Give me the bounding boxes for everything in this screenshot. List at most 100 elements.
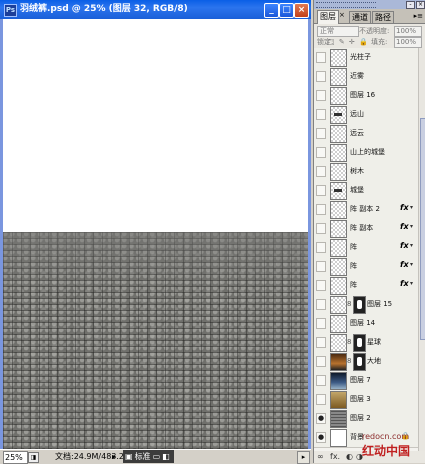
status-menu-arrow-icon[interactable]: ▸	[112, 450, 116, 463]
layer-name[interactable]: 大地	[367, 352, 381, 370]
link-slot[interactable]	[326, 90, 328, 99]
link-slot[interactable]	[326, 223, 328, 232]
link-slot[interactable]	[326, 185, 328, 194]
layer-name[interactable]: 图层 7	[350, 371, 371, 389]
layer-thumbnail[interactable]	[330, 277, 347, 295]
layer-thumbnail[interactable]	[330, 429, 347, 447]
fx-expand-arrow-icon[interactable]: ▾	[410, 223, 413, 230]
visibility-eye-icon[interactable]	[316, 356, 326, 367]
layer-thumbnail[interactable]	[330, 220, 347, 238]
visibility-eye-icon[interactable]: ●	[316, 413, 326, 424]
document-titlebar[interactable]: Ps 羽绒裤.psd @ 25% (图层 32, RGB/8) _ □ ×	[0, 0, 311, 19]
document-canvas[interactable]	[3, 19, 308, 449]
layer-row[interactable]: 图层 3	[314, 390, 418, 410]
panel-minimize-button[interactable]: -	[406, 1, 415, 9]
layer-name[interactable]: 山上的城堡	[350, 143, 385, 161]
layer-row[interactable]: 城堡	[314, 181, 418, 201]
visibility-eye-icon[interactable]	[316, 261, 326, 272]
fx-expand-arrow-icon[interactable]: ▾	[410, 261, 413, 268]
fx-badge[interactable]: fx	[400, 222, 409, 231]
layer-row[interactable]: 8 图层 15	[314, 295, 418, 315]
mask-chain-icon[interactable]: 8	[347, 338, 351, 346]
layer-row[interactable]: 阵 fx ▾	[314, 238, 418, 258]
layer-name[interactable]: 图层 14	[350, 314, 375, 332]
link-slot[interactable]	[326, 375, 328, 384]
layer-thumbnail[interactable]	[330, 239, 347, 257]
layer-row[interactable]: 远云	[314, 124, 418, 144]
link-slot[interactable]	[326, 242, 328, 251]
link-slot[interactable]	[326, 147, 328, 156]
tray-icon-3[interactable]: ◧	[162, 450, 170, 463]
tab-close-icon[interactable]: ×	[339, 11, 345, 19]
zoom-field[interactable]: 25%	[3, 451, 28, 464]
link-slot[interactable]	[326, 356, 328, 365]
layer-thumbnail[interactable]	[330, 410, 347, 428]
layer-name[interactable]: 远云	[350, 124, 364, 142]
layer-thumbnail[interactable]	[330, 315, 347, 333]
layer-name[interactable]: 星球	[367, 333, 381, 351]
link-slot[interactable]	[326, 261, 328, 270]
layer-thumbnail[interactable]	[330, 353, 347, 371]
layers-scrollbar[interactable]	[418, 48, 425, 451]
layer-name[interactable]: 近雾	[350, 67, 364, 85]
layer-thumbnail[interactable]	[330, 49, 347, 67]
layer-row[interactable]: 山上的城堡	[314, 143, 418, 163]
visibility-eye-icon[interactable]	[316, 185, 326, 196]
tray-icon-1[interactable]: ▣	[125, 450, 133, 463]
visibility-eye-icon[interactable]	[316, 280, 326, 291]
visibility-eye-icon[interactable]	[316, 147, 326, 158]
layer-row[interactable]: 树木	[314, 162, 418, 182]
link-slot[interactable]	[326, 413, 328, 422]
fx-badge[interactable]: fx	[400, 241, 409, 250]
visibility-eye-icon[interactable]	[316, 109, 326, 120]
layer-name[interactable]: 光柱子	[350, 48, 371, 66]
layer-thumbnail[interactable]	[330, 163, 347, 181]
link-slot[interactable]	[326, 318, 328, 327]
layer-row[interactable]: 图层 7	[314, 371, 418, 391]
visibility-eye-icon[interactable]	[316, 71, 326, 82]
layer-mask-thumbnail[interactable]	[353, 353, 366, 371]
layer-row[interactable]: 阵 副本 2 fx ▾	[314, 200, 418, 220]
tab-layers[interactable]: 图层	[317, 10, 339, 24]
link-slot[interactable]	[326, 394, 328, 403]
close-button[interactable]: ×	[294, 3, 309, 18]
link-layers-icon[interactable]: ∞	[317, 451, 324, 463]
link-slot[interactable]	[326, 52, 328, 61]
layer-mask-thumbnail[interactable]	[353, 296, 366, 314]
visibility-eye-icon[interactable]	[316, 52, 326, 63]
visibility-eye-icon[interactable]	[316, 166, 326, 177]
fx-expand-arrow-icon[interactable]: ▾	[410, 242, 413, 249]
layer-name[interactable]: 阵	[350, 276, 357, 294]
zoom-preview-icon[interactable]: ◨	[28, 452, 39, 463]
visibility-eye-icon[interactable]	[316, 204, 326, 215]
visibility-eye-icon[interactable]	[316, 375, 326, 386]
layer-name[interactable]: 图层 3	[350, 390, 371, 408]
panel-close-button[interactable]: ×	[416, 1, 425, 9]
visibility-eye-icon[interactable]	[316, 128, 326, 139]
layer-thumbnail[interactable]	[330, 144, 347, 162]
layer-name[interactable]: 远山	[350, 105, 364, 123]
layer-thumbnail[interactable]	[330, 258, 347, 276]
layer-mask-thumbnail[interactable]	[353, 334, 366, 352]
layer-name[interactable]: 图层 2	[350, 409, 371, 427]
panel-menu-icon[interactable]: ▸≡	[414, 12, 423, 20]
layer-name[interactable]: 图层 16	[350, 86, 375, 104]
layer-thumbnail[interactable]	[330, 391, 347, 409]
scroll-right-arrow-icon[interactable]: ▸	[297, 451, 310, 464]
link-slot[interactable]	[326, 299, 328, 308]
fx-badge[interactable]: fx	[400, 279, 409, 288]
layer-name[interactable]: 阵	[350, 257, 357, 275]
link-slot[interactable]	[326, 204, 328, 213]
layer-row[interactable]: 阵 副本 fx ▾	[314, 219, 418, 239]
layer-name[interactable]: 图层 15	[367, 295, 392, 313]
visibility-eye-icon[interactable]	[316, 223, 326, 234]
fx-expand-arrow-icon[interactable]: ▾	[410, 280, 413, 287]
layer-row[interactable]: 图层 14	[314, 314, 418, 334]
fill-input[interactable]: 100%	[394, 37, 422, 48]
opacity-input[interactable]: 100%	[394, 26, 422, 37]
layer-row[interactable]: 光柱子	[314, 48, 418, 68]
layer-thumbnail[interactable]	[330, 125, 347, 143]
link-slot[interactable]	[326, 71, 328, 80]
layer-row[interactable]: 近雾	[314, 67, 418, 87]
layer-thumbnail[interactable]	[330, 372, 347, 390]
